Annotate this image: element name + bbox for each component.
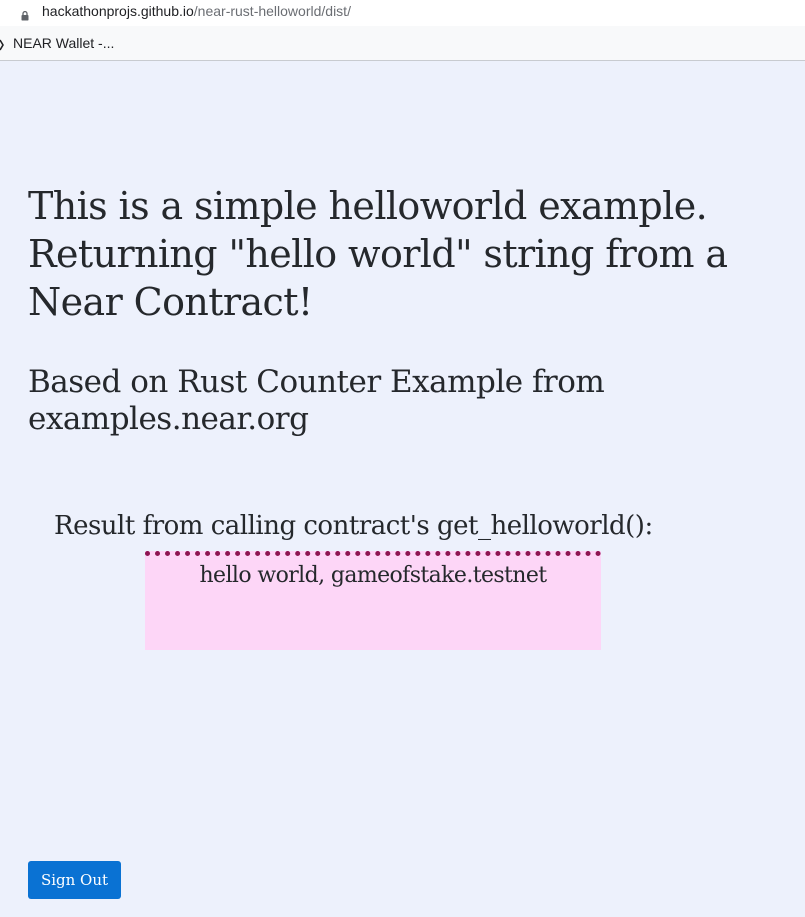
page-title: This is a simple helloworld example. Ret… [28, 184, 728, 324]
address-bar[interactable]: hackathonprojs.github.io/near-rust-hello… [0, 0, 805, 26]
bookmark-favicon-icon[interactable] [0, 36, 5, 51]
url-text[interactable]: hackathonprojs.github.io/near-rust-hello… [42, 2, 351, 20]
result-box: hello world, gameofstake.testnet [145, 551, 601, 650]
sign-out-button[interactable]: Sign Out [28, 861, 121, 899]
result-value: hello world, gameofstake.testnet [199, 563, 547, 588]
result-label: Result from calling contract's get_hello… [54, 511, 653, 541]
page-content: This is a simple helloworld example. Ret… [0, 61, 805, 917]
bookmark-near-wallet[interactable]: NEAR Wallet -... [13, 34, 114, 52]
url-host: hackathonprojs.github.io [42, 3, 194, 19]
page-subtitle: Based on Rust Counter Example from examp… [28, 364, 605, 437]
url-path: /near-rust-helloworld/dist/ [193, 3, 351, 19]
lock-icon[interactable] [21, 6, 29, 21]
bookmarks-bar: NEAR Wallet -... [0, 26, 805, 61]
